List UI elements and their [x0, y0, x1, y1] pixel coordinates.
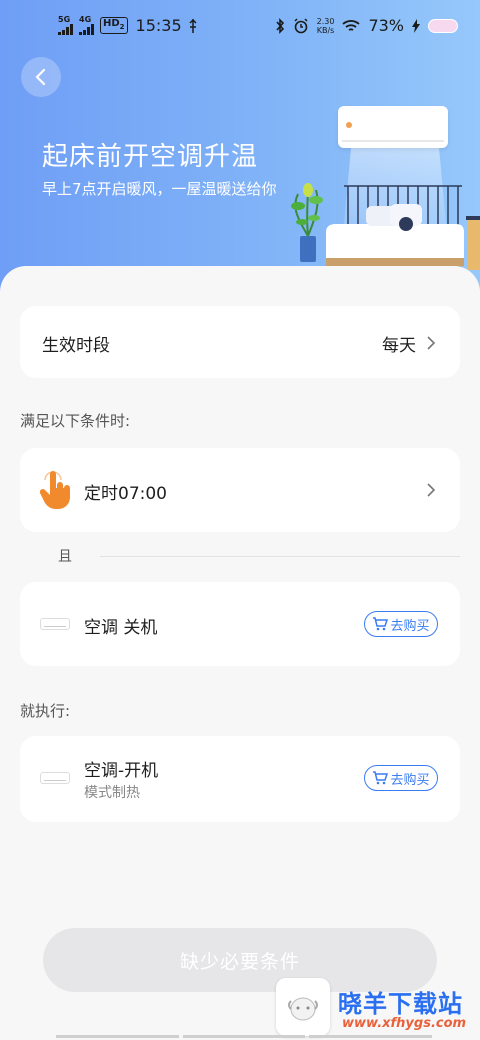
buy-button[interactable]: 去购买: [364, 765, 438, 791]
and-label: 且: [58, 549, 72, 565]
buy-button[interactable]: 去购买: [364, 611, 438, 637]
sheep-logo-icon: [276, 978, 330, 1036]
ac-off-label: 空调 关机: [84, 618, 158, 638]
chevron-right-icon: [427, 483, 436, 497]
air-conditioner-icon: [40, 772, 70, 784]
watermark-url: www.xfhygs.com: [342, 1016, 467, 1031]
cart-icon: [373, 771, 389, 785]
usb-icon: [189, 18, 197, 33]
timer-label: 定时07:00: [84, 484, 167, 504]
battery-percent: 73%: [368, 16, 404, 35]
charging-icon: [412, 18, 420, 33]
effective-period-row[interactable]: 生效时段 每天: [20, 306, 460, 378]
actions-header: 就执行:: [20, 702, 71, 720]
ac-off-condition-row[interactable]: 空调 关机 去购买: [20, 582, 460, 666]
page-title: 起床前开空调升温: [42, 142, 259, 172]
air-conditioner-icon: [40, 618, 70, 630]
signal-4g-icon: 4G: [79, 16, 94, 35]
effective-period-value: 每天: [382, 336, 416, 356]
chevron-left-icon: [35, 68, 46, 86]
cart-icon: [373, 617, 389, 631]
bluetooth-icon: [276, 17, 284, 34]
status-bar: 5G 4G HD2 15:35 2.30 KB/s 73%: [0, 0, 480, 52]
chevron-right-icon: [427, 336, 436, 350]
air-conditioner-illustration: [338, 106, 448, 148]
conditions-header: 满足以下条件时:: [20, 412, 131, 430]
alarm-icon: [294, 17, 308, 33]
wifi-icon: [342, 19, 361, 31]
back-button[interactable]: [21, 57, 61, 97]
status-time: 15:35: [135, 16, 182, 35]
and-divider: 且: [20, 542, 460, 570]
effective-period-label: 生效时段: [42, 336, 110, 356]
signal-5g-icon: 5G: [58, 16, 73, 35]
watermark: 晓羊下载站 www.xfhygs.com: [276, 974, 480, 1040]
battery-icon: [428, 18, 458, 33]
ac-on-action-row[interactable]: 空调-开机 模式制热 去购买: [20, 736, 460, 822]
hero-banner: 5G 4G HD2 15:35 2.30 KB/s 73% 起床前开空调升温 早上…: [0, 0, 480, 300]
ac-on-label: 空调-开机: [84, 761, 159, 781]
watermark-title: 晓羊下载站: [338, 990, 463, 1018]
timer-condition-row[interactable]: 定时07:00: [20, 448, 460, 532]
page-subtitle: 早上7点开启暖风，一屋温暖送给你: [42, 180, 277, 198]
hd-badge: HD2: [100, 17, 128, 34]
network-speed: 2.30 KB/s: [316, 16, 335, 35]
tap-hand-icon: [39, 471, 70, 509]
ac-mode-label: 模式制热: [84, 785, 140, 801]
home-indicator: [54, 1035, 434, 1038]
